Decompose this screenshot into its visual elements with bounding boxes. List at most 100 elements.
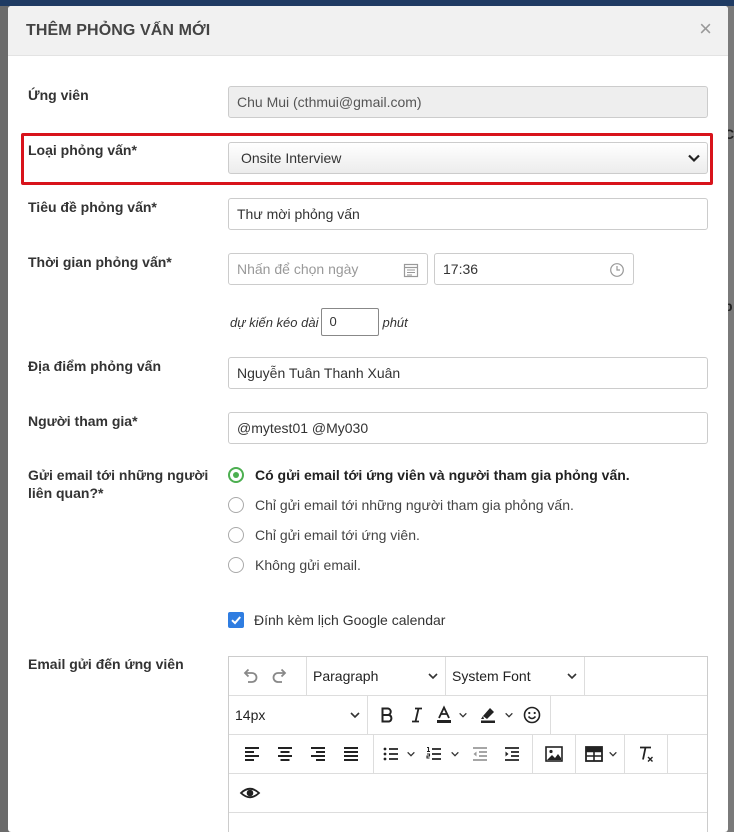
align-left-button[interactable] (235, 739, 268, 769)
location-input[interactable]: Nguyễn Tuân Thanh Xuân (228, 357, 708, 389)
candidate-field: Chu Mui (cthmui@gmail.com) (228, 86, 708, 118)
toolbar-row (229, 774, 707, 813)
chevron-down-icon (567, 673, 577, 680)
time-picker-input[interactable]: 17:36 (434, 253, 634, 285)
align-justify-icon (343, 747, 358, 761)
insert-image-button[interactable] (539, 739, 569, 769)
undo-button[interactable] (235, 661, 265, 691)
bullet-list-button[interactable] (378, 739, 404, 769)
interview-title-input[interactable]: Thư mời phỏng vấn (228, 198, 708, 230)
highlighter-icon (481, 708, 495, 723)
preview-button[interactable] (235, 778, 265, 808)
table-group (576, 735, 625, 773)
undo-redo-group (229, 657, 307, 695)
chevron-down-icon[interactable] (450, 749, 460, 759)
participants-input[interactable]: @mytest01 @My030 (228, 412, 708, 444)
clear-format-icon (640, 746, 653, 762)
highlight-color-button[interactable] (474, 700, 502, 730)
chevron-down-icon[interactable] (458, 710, 468, 720)
radio-unchecked[interactable] (228, 557, 244, 573)
radio-checked[interactable] (228, 467, 244, 483)
interview-type-select[interactable]: Onsite Interview (228, 142, 708, 174)
close-button[interactable]: × (699, 18, 712, 40)
align-justify-button[interactable] (334, 739, 367, 769)
location-label: Địa điểm phỏng vấn (28, 358, 162, 374)
candidate-email-label: Email gửi đến ứng viên (28, 656, 184, 672)
indent-icon (505, 747, 519, 761)
emoji-button[interactable] (518, 700, 546, 730)
candidate-label: Ứng viên (28, 87, 89, 103)
bullet-list-icon (383, 747, 398, 761)
italic-button[interactable] (402, 700, 432, 730)
insert-table-button[interactable] (582, 739, 606, 769)
chevron-down-icon[interactable] (608, 749, 618, 759)
calendar-icon (403, 263, 419, 278)
font-family-dropdown[interactable]: System Font (446, 657, 585, 695)
calendar-checkbox[interactable] (228, 612, 244, 628)
checkmark-icon (231, 616, 241, 625)
chevron-down-icon (350, 712, 360, 719)
outdent-button[interactable] (464, 739, 496, 769)
chevron-down-icon[interactable] (406, 749, 416, 759)
radio-label: Chỉ gửi email tới ứng viên. (255, 527, 420, 543)
text-color-button[interactable] (432, 700, 456, 730)
block-format-value: Paragraph (313, 668, 379, 684)
numbered-list-icon (426, 746, 441, 760)
clock-icon (610, 263, 624, 277)
font-size-dropdown[interactable]: 14px (229, 696, 368, 734)
indent-button[interactable] (496, 739, 528, 769)
chevron-down-icon (688, 154, 700, 163)
outdent-icon (473, 747, 487, 761)
table-icon (585, 746, 603, 762)
redo-icon (272, 668, 287, 683)
text-format-group (368, 696, 551, 734)
date-placeholder: Nhấn để chọn ngày (237, 261, 359, 277)
duration-input[interactable]: 0 (321, 308, 380, 336)
toolbar-row: 14px (229, 696, 707, 735)
add-interview-modal: THÊM PHỎNG VẤN MỚI × Ứng viên Chu Mui (c… (8, 6, 728, 832)
radio-label: Có gửi email tới ứng viên và người tham … (255, 467, 630, 483)
duration-prefix: dự kiến kéo dài (230, 314, 319, 330)
interview-time-label: Thời gian phỏng vấn* (28, 254, 172, 270)
interview-title-label: Tiêu đề phỏng vấn* (28, 199, 157, 215)
radio-unchecked[interactable] (228, 497, 244, 513)
interview-type-value: Onsite Interview (241, 150, 342, 166)
undo-icon (243, 668, 258, 683)
redo-button[interactable] (265, 661, 295, 691)
emoji-icon (523, 706, 541, 724)
email-editor: Paragraph System Font 14px (228, 656, 708, 832)
clear-format-button[interactable] (631, 739, 661, 769)
list-group (374, 735, 533, 773)
radio-option-both[interactable]: Có gửi email tới ứng viên và người tham … (228, 467, 630, 483)
numbered-list-button[interactable] (420, 739, 448, 769)
toolbar-row (229, 735, 707, 774)
align-right-icon (310, 747, 325, 761)
italic-icon (412, 707, 422, 723)
radio-option-participants[interactable]: Chỉ gửi email tới những người tham gia p… (228, 497, 574, 513)
modal-title: THÊM PHỎNG VẤN MỚI (26, 22, 211, 39)
calendar-label: Đính kèm lịch Google calendar (254, 612, 446, 628)
text-color-icon (437, 705, 451, 723)
modal-header: THÊM PHỎNG VẤN MỚI × (8, 6, 728, 56)
date-picker-input[interactable]: Nhấn để chọn ngày (228, 253, 428, 285)
radio-option-none[interactable]: Không gửi email. (228, 557, 361, 573)
radio-label: Không gửi email. (255, 557, 361, 573)
image-icon (545, 746, 563, 762)
clear-format-group (625, 735, 668, 773)
align-left-icon (244, 747, 259, 761)
bold-button[interactable] (372, 700, 402, 730)
chevron-down-icon[interactable] (504, 710, 514, 720)
toolbar-row: Paragraph System Font (229, 657, 707, 696)
radio-unchecked[interactable] (228, 527, 244, 543)
preview-group (229, 774, 271, 812)
calendar-checkbox-row[interactable]: Đính kèm lịch Google calendar (228, 612, 445, 628)
eye-icon (239, 787, 261, 799)
duration-row: dự kiến kéo dài 0 phút (230, 308, 408, 336)
font-family-value: System Font (452, 668, 531, 684)
duration-unit: phút (382, 314, 408, 330)
radio-option-candidate[interactable]: Chỉ gửi email tới ứng viên. (228, 527, 420, 543)
align-center-button[interactable] (268, 739, 301, 769)
align-right-button[interactable] (301, 739, 334, 769)
block-format-dropdown[interactable]: Paragraph (307, 657, 446, 695)
radio-label: Chỉ gửi email tới những người tham gia p… (255, 497, 574, 513)
